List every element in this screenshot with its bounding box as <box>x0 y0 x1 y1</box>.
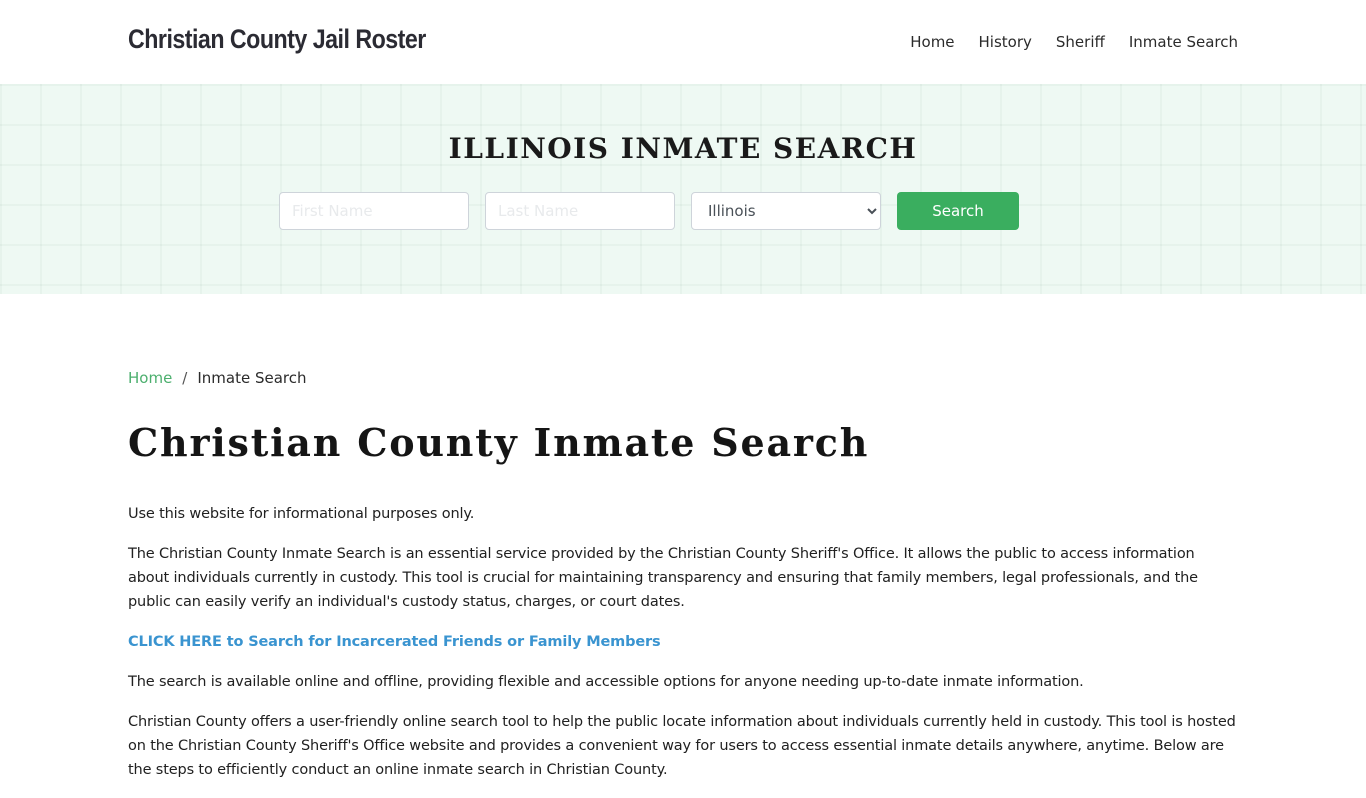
site-brand-link[interactable]: Christian County Jail Roster <box>128 24 426 55</box>
breadcrumb-home-link[interactable]: Home <box>128 369 172 387</box>
inmate-search-form: Illinois Search <box>279 192 1019 230</box>
breadcrumb-current: Inmate Search <box>197 369 307 387</box>
nav-home[interactable]: Home <box>910 33 954 51</box>
nav-inmate-search[interactable]: Inmate Search <box>1129 33 1238 51</box>
availability-paragraph: The search is available online and offli… <box>128 674 1084 690</box>
cta-paragraph: CLICK HERE to Search for Incarcerated Fr… <box>128 630 1238 654</box>
state-select[interactable]: Illinois <box>691 192 881 230</box>
disclaimer-paragraph: Use this website for informational purpo… <box>128 506 475 522</box>
breadcrumb: Home / Inmate Search <box>128 366 1238 390</box>
nav-history[interactable]: History <box>979 33 1032 51</box>
search-friends-family-link[interactable]: CLICK HERE to Search for Incarcerated Fr… <box>128 634 661 650</box>
hero-search-banner: ILLINOIS INMATE SEARCH Illinois Search <box>0 84 1366 294</box>
first-name-input[interactable] <box>279 192 469 230</box>
main-nav: Home History Sheriff Inmate Search <box>910 33 1238 51</box>
main-content: Home / Inmate Search Christian County In… <box>128 366 1238 798</box>
search-button[interactable]: Search <box>897 192 1019 230</box>
hero-title: ILLINOIS INMATE SEARCH <box>448 132 918 165</box>
intro-paragraph: The Christian County Inmate Search is an… <box>128 546 1198 610</box>
article-body: Use this website for informational purpo… <box>128 502 1238 782</box>
page-title: Christian County Inmate Search <box>128 420 870 465</box>
site-header: Christian County Jail Roster Home Histor… <box>0 0 1366 84</box>
breadcrumb-separator: / <box>182 369 188 387</box>
online-tool-paragraph: Christian County offers a user-friendly … <box>128 714 1236 778</box>
nav-sheriff[interactable]: Sheriff <box>1056 33 1105 51</box>
last-name-input[interactable] <box>485 192 675 230</box>
